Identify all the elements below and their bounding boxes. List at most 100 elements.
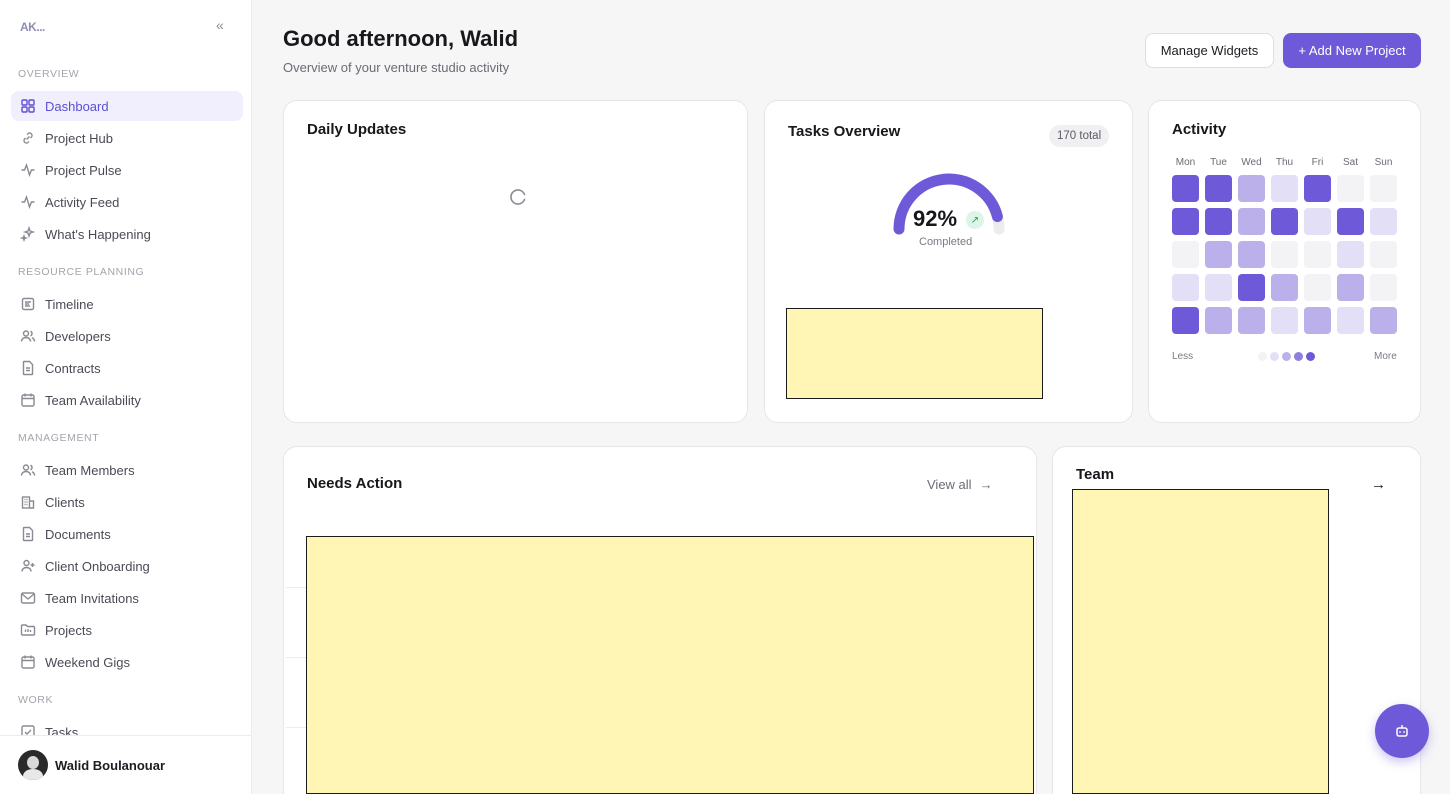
- activity-cell[interactable]: [1304, 274, 1331, 301]
- sidebar-item-label: Tasks: [45, 724, 79, 736]
- add-new-project-button[interactable]: + Add New Project: [1283, 33, 1421, 68]
- team-arrow-right-icon[interactable]: →: [1371, 476, 1386, 493]
- sidebar-nav: OVERVIEW Dashboard Project Hub Project Puls…: [0, 60, 251, 735]
- sparkle-icon: [19, 225, 37, 243]
- activity-cell[interactable]: [1304, 208, 1331, 235]
- activity-day-labels: Mon Tue Wed Thu Fri Sat Sun: [1172, 157, 1403, 168]
- activity-cell[interactable]: [1271, 175, 1298, 202]
- activity-cell[interactable]: [1304, 241, 1331, 268]
- sidebar-item-timeline[interactable]: Timeline: [11, 289, 243, 319]
- avatar[interactable]: [18, 750, 48, 780]
- sidebar-item-projects[interactable]: Projects: [11, 615, 243, 645]
- sidebar-item-label: Dashboard: [45, 98, 109, 114]
- tasks-chart-placeholder: [786, 308, 1043, 399]
- sidebar-item-client-onboarding[interactable]: Client Onboarding: [11, 551, 243, 581]
- activity-cell[interactable]: [1205, 274, 1232, 301]
- activity-cell[interactable]: [1271, 241, 1298, 268]
- activity-cell[interactable]: [1238, 307, 1265, 334]
- activity-cell[interactable]: [1337, 208, 1364, 235]
- building-icon: [19, 493, 37, 511]
- activity-cell[interactable]: [1238, 175, 1265, 202]
- activity-cell[interactable]: [1205, 175, 1232, 202]
- view-all-label: View all: [927, 477, 972, 492]
- legend-more-label: More: [1374, 351, 1397, 362]
- needs-action-list-placeholder: [306, 536, 1034, 794]
- activity-cell[interactable]: [1271, 307, 1298, 334]
- assistant-bot-button[interactable]: [1375, 704, 1429, 758]
- sidebar-item-label: Documents: [45, 526, 111, 542]
- pulse-icon: [19, 161, 37, 179]
- sidebar-item-project-hub[interactable]: Project Hub: [11, 123, 243, 153]
- sidebar-item-label: Projects: [45, 622, 92, 638]
- app-logo[interactable]: AK...: [20, 20, 45, 34]
- activity-cell[interactable]: [1205, 208, 1232, 235]
- activity-cell[interactable]: [1238, 274, 1265, 301]
- sidebar-item-contracts[interactable]: Contracts: [11, 353, 243, 383]
- activity-cell[interactable]: [1172, 274, 1199, 301]
- folder-icon: [19, 621, 37, 639]
- sidebar: AK... « OVERVIEW Dashboard Project Hub Proj…: [0, 0, 252, 794]
- sidebar-item-what-s-happening[interactable]: What's Happening: [11, 219, 243, 249]
- activity-cell[interactable]: [1370, 274, 1397, 301]
- activity-cell[interactable]: [1205, 241, 1232, 268]
- sidebar-item-team-invitations[interactable]: Team Invitations: [11, 583, 243, 613]
- sidebar-item-dashboard[interactable]: Dashboard: [11, 91, 243, 121]
- activity-cell[interactable]: [1172, 175, 1199, 202]
- section-heading-work: WORK: [18, 694, 54, 706]
- manage-widgets-button[interactable]: Manage Widgets: [1145, 33, 1274, 68]
- sidebar-item-team-availability[interactable]: Team Availability: [11, 385, 243, 415]
- link-icon: [19, 129, 37, 147]
- activity-legend: [1258, 352, 1315, 361]
- document-icon: [19, 359, 37, 377]
- activity-cell[interactable]: [1304, 307, 1331, 334]
- calendar-icon: [19, 391, 37, 409]
- sidebar-item-documents[interactable]: Documents: [11, 519, 243, 549]
- section-heading-overview: OVERVIEW: [18, 68, 80, 80]
- activity-cell[interactable]: [1172, 307, 1199, 334]
- activity-cell[interactable]: [1337, 274, 1364, 301]
- activity-cell[interactable]: [1337, 175, 1364, 202]
- team-card: Team →: [1052, 446, 1421, 794]
- tasks-overview-title: Tasks Overview: [788, 123, 901, 140]
- sidebar-item-activity-feed[interactable]: Activity Feed: [11, 187, 243, 217]
- sidebar-item-label: Team Members: [45, 462, 135, 478]
- sidebar-item-label: Project Hub: [45, 130, 113, 146]
- day-label: Mon: [1175, 157, 1196, 168]
- activity-cell[interactable]: [1304, 175, 1331, 202]
- sidebar-item-label: Developers: [45, 328, 111, 344]
- completion-percent: 92%: [913, 206, 958, 231]
- sidebar-item-clients[interactable]: Clients: [11, 487, 243, 517]
- activity-cell[interactable]: [1370, 307, 1397, 334]
- activity-cell[interactable]: [1337, 241, 1364, 268]
- activity-cell[interactable]: [1337, 307, 1364, 334]
- activity-cell[interactable]: [1205, 307, 1232, 334]
- sidebar-item-team-members[interactable]: Team Members: [11, 455, 243, 485]
- daily-updates-title: Daily Updates: [307, 121, 407, 138]
- collapse-sidebar-icon[interactable]: «: [216, 17, 224, 33]
- page-title: Good afternoon, Walid: [283, 26, 519, 51]
- bot-icon: [1396, 725, 1408, 737]
- sidebar-item-tasks[interactable]: Tasks: [11, 717, 243, 735]
- activity-cell[interactable]: [1172, 208, 1199, 235]
- user-name: Walid Boulanouar: [55, 757, 166, 773]
- activity-cell[interactable]: [1238, 241, 1265, 268]
- sidebar-item-developers[interactable]: Developers: [11, 321, 243, 351]
- sidebar-item-label: What's Happening: [45, 226, 151, 242]
- activity-cell[interactable]: [1172, 241, 1199, 268]
- calendar-icon: [19, 653, 37, 671]
- legend-dot: [1270, 352, 1279, 361]
- day-label: Sat: [1342, 157, 1358, 168]
- activity-cell[interactable]: [1271, 208, 1298, 235]
- activity-cell[interactable]: [1370, 208, 1397, 235]
- view-all-link[interactable]: View all →: [927, 477, 993, 492]
- section-heading-resource-planning: RESOURCE PLANNING: [18, 266, 145, 278]
- activity-cell[interactable]: [1370, 175, 1397, 202]
- user-profile[interactable]: Walid Boulanouar: [0, 735, 251, 794]
- activity-cell[interactable]: [1271, 274, 1298, 301]
- activity-cell[interactable]: [1238, 208, 1265, 235]
- sidebar-item-project-pulse[interactable]: Project Pulse: [11, 155, 243, 185]
- grid-icon: [19, 97, 37, 115]
- sidebar-item-weekend-gigs[interactable]: Weekend Gigs: [11, 647, 243, 677]
- activity-cell[interactable]: [1370, 241, 1397, 268]
- day-label: Tue: [1210, 157, 1227, 168]
